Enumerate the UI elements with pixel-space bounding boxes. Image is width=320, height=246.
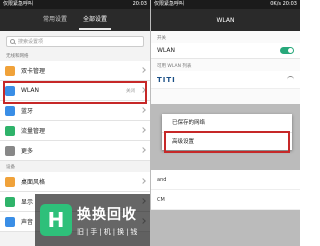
clock-text: 20:03: [132, 1, 147, 7]
wlan-screen: 仅限紧急呼叫 0K/s 20:03 WLAN 开关 WLAN 可用 WLAN 列…: [150, 0, 300, 246]
row-label: WLAN: [21, 87, 40, 94]
row-label: 桌面风格: [21, 179, 46, 186]
wlan-icon: [5, 85, 15, 96]
settings-row-data-usage[interactable]: 流量管理: [0, 121, 150, 141]
more-icon: [5, 145, 15, 156]
clock-text: 20:03: [282, 1, 297, 7]
chevron-right-icon: [140, 178, 146, 184]
tab-all-settings[interactable]: 全部设置: [78, 9, 112, 31]
status-bar: 仅限紧急呼叫 0K/s 20:03: [151, 0, 300, 9]
section-title-network: 无线和网络: [6, 54, 29, 59]
watermark-title: 换换回收: [77, 206, 137, 223]
data-usage-icon: [5, 125, 15, 136]
settings-row-dual-sim[interactable]: 双卡管理: [0, 61, 150, 81]
search-icon: [10, 39, 15, 44]
network-list-lower: and CM: [151, 170, 300, 210]
watermark-subtitle: 旧|手|机|换|钱: [77, 227, 140, 236]
carrier-text: 仅限紧急呼叫: [154, 1, 185, 7]
watermark-logo: H: [40, 204, 72, 236]
row-label: 声音: [21, 219, 34, 226]
network-row[interactable]: TITI: [151, 71, 300, 89]
search-input[interactable]: 搜索设置项: [6, 36, 144, 47]
tab-common-settings[interactable]: 常用设置: [43, 9, 67, 31]
network-name: TITI: [157, 75, 176, 84]
home-style-icon: [5, 176, 15, 187]
chevron-right-icon: [140, 107, 146, 113]
wlan-status-value: 关闭: [126, 88, 135, 94]
sound-icon: [5, 216, 15, 227]
settings-row-home-style[interactable]: 桌面风格: [0, 172, 150, 192]
watermark-banner: H 换换回收 旧|手|机|换|钱: [35, 194, 150, 246]
network-row[interactable]: and: [151, 170, 300, 190]
section-title-networks: 可用 WLAN 列表: [157, 64, 192, 69]
row-label: 流量管理: [21, 128, 46, 135]
menu-item-saved-networks[interactable]: 已保存的网络: [162, 114, 292, 132]
network-row[interactable]: CM: [151, 190, 300, 210]
row-label: 双卡管理: [21, 68, 46, 75]
status-bar: 仅限紧急呼叫 20:03: [0, 0, 150, 9]
settings-row-bluetooth[interactable]: 蓝牙: [0, 101, 150, 121]
settings-tab-bar: 常用设置 全部设置: [0, 9, 150, 31]
wifi-signal-icon: [287, 76, 294, 83]
advanced-settings-highlight-frame: [164, 131, 290, 153]
settings-row-wlan[interactable]: WLAN 关闭: [0, 81, 150, 101]
network-name: CM: [157, 196, 165, 203]
chevron-right-icon: [140, 67, 146, 73]
carrier-text: 仅限紧急呼叫: [3, 1, 34, 7]
chevron-right-icon: [140, 147, 146, 153]
network-name: and: [157, 176, 167, 183]
chevron-right-icon: [140, 127, 146, 133]
bluetooth-icon: [5, 105, 15, 116]
wlan-header: WLAN: [151, 9, 300, 31]
chevron-right-icon: [140, 87, 146, 93]
dual-sim-icon: [5, 65, 15, 76]
search-placeholder: 搜索设置项: [18, 39, 44, 45]
section-title-device: 设备: [6, 165, 15, 170]
wlan-toggle[interactable]: [280, 47, 294, 54]
settings-row-more[interactable]: 更多: [0, 141, 150, 161]
display-icon: [5, 196, 15, 207]
network-speed-text: 0K/s: [270, 1, 281, 7]
section-title-switch: 开关: [157, 36, 166, 41]
page-title: WLAN: [216, 16, 235, 24]
row-label: 蓝牙: [21, 108, 34, 115]
wlan-switch-row[interactable]: WLAN: [151, 43, 300, 59]
wlan-switch-label: WLAN: [157, 47, 176, 54]
row-label: 显示: [21, 199, 34, 206]
row-label: 更多: [21, 148, 34, 155]
